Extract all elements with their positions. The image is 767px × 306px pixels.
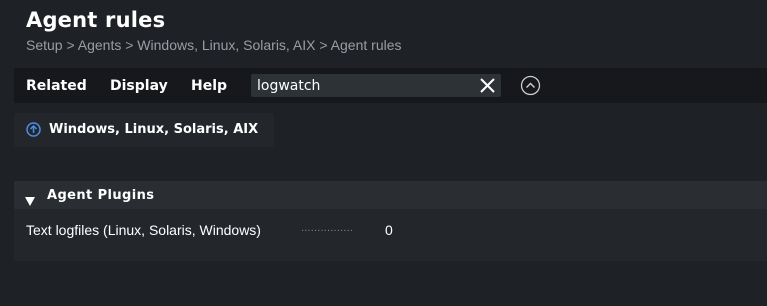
chevron-up-circle-icon[interactable] xyxy=(520,75,541,96)
rule-label: Text logfiles (Linux, Solaris, Windows) xyxy=(26,222,261,238)
close-icon[interactable] xyxy=(478,76,497,95)
menubar: Related Display Help xyxy=(14,68,767,103)
triangle-down-icon xyxy=(25,191,35,206)
rule-dots: ................ xyxy=(301,222,354,234)
menu-help[interactable]: Help xyxy=(191,78,227,94)
search-input[interactable] xyxy=(257,76,467,95)
search-box xyxy=(251,74,501,97)
breadcrumb: Setup > Agents > Windows, Linux, Solaris… xyxy=(26,37,402,53)
folder-label: Windows, Linux, Solaris, AIX xyxy=(49,122,259,137)
page-title: Agent rules xyxy=(26,8,166,32)
section-title: Agent Plugins xyxy=(47,188,155,203)
rule-count: 0 xyxy=(385,222,393,238)
agent-plugins-section: Agent Plugins Text logfiles (Linux, Sola… xyxy=(14,181,767,261)
folder-button[interactable]: Windows, Linux, Solaris, AIX xyxy=(14,113,274,147)
section-header[interactable]: Agent Plugins xyxy=(14,181,767,209)
page-header: Agent rules Setup > Agents > Windows, Li… xyxy=(0,0,767,66)
menu-display[interactable]: Display xyxy=(110,78,168,94)
arrow-up-circle-icon xyxy=(26,122,41,137)
menu-related[interactable]: Related xyxy=(26,78,87,94)
